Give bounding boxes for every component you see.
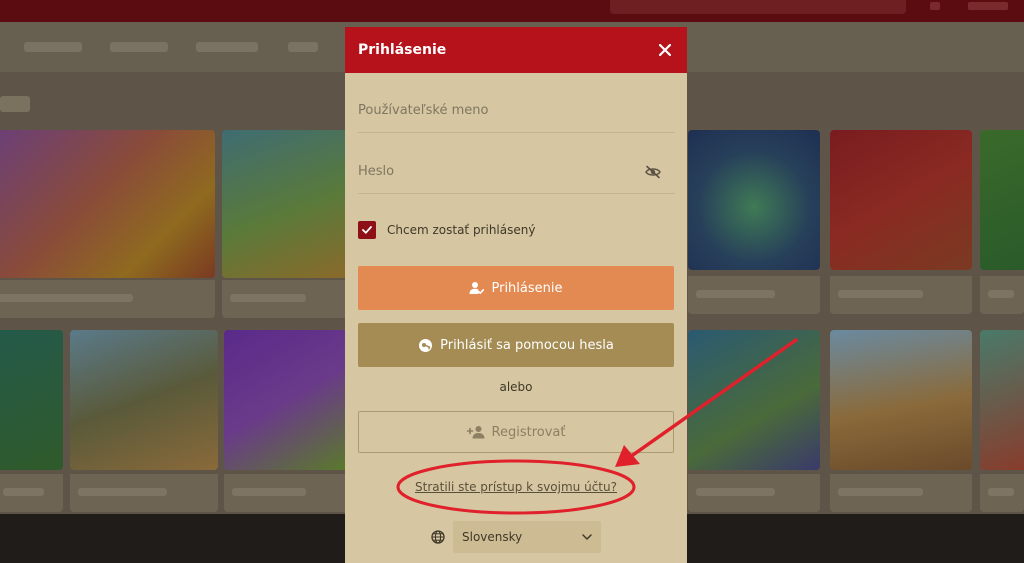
remember-me-row: Chcem zostať prihlásený	[358, 220, 535, 240]
login-button-label: Prihlásenie	[491, 280, 563, 296]
game-tile-caption	[980, 474, 1024, 512]
game-tile-caption	[688, 474, 820, 512]
register-button[interactable]: Registrovať	[358, 411, 674, 453]
password-login-button[interactable]: Prihlásiť sa pomocou hesla	[358, 323, 674, 367]
username-input[interactable]	[358, 89, 675, 132]
game-tile	[224, 330, 348, 470]
game-tile-caption	[830, 474, 972, 512]
password-field-wrapper	[358, 150, 675, 194]
background-nav-item	[288, 42, 318, 52]
or-divider-text: alebo	[499, 380, 533, 394]
background-section-title	[0, 96, 30, 112]
game-tile-caption	[224, 474, 348, 512]
game-tile	[830, 330, 972, 470]
game-tile-caption	[0, 474, 63, 512]
key-icon	[419, 338, 433, 352]
game-tile	[980, 130, 1024, 270]
eye-off-icon[interactable]	[645, 165, 661, 179]
game-tile-caption	[688, 276, 820, 314]
language-selector-row: Slovensky	[431, 521, 601, 553]
language-select[interactable]: Slovensky	[453, 521, 601, 553]
background-header-icon	[930, 2, 940, 10]
background-nav-item	[110, 42, 168, 52]
game-tile	[688, 130, 820, 270]
globe-icon	[431, 530, 445, 544]
login-modal: Prihlásenie Chcem zostať prihlásený	[345, 27, 687, 563]
remember-me-checkbox[interactable]	[358, 221, 376, 239]
game-tile-caption	[980, 276, 1024, 314]
game-tile-caption	[0, 280, 215, 318]
password-login-button-label: Prihlásiť sa pomocou hesla	[440, 337, 614, 353]
lost-access-link[interactable]: Stratili ste prístup k svojmu účtu?	[345, 480, 687, 494]
background-top-bar	[0, 0, 1024, 22]
register-button-label: Registrovať	[491, 424, 566, 440]
game-tile-caption	[222, 280, 348, 318]
background-header-button	[968, 2, 1008, 10]
game-tile	[830, 130, 972, 270]
background-nav-item	[196, 42, 258, 52]
check-icon	[362, 226, 372, 234]
login-button[interactable]: Prihlásenie	[358, 266, 674, 310]
game-tile	[0, 130, 215, 278]
remember-me-label: Chcem zostať prihlásený	[387, 223, 536, 237]
game-tile	[0, 330, 63, 470]
game-tile	[222, 130, 348, 278]
user-check-icon	[469, 282, 485, 294]
background-search-bar	[610, 0, 906, 14]
close-icon	[659, 44, 671, 56]
chevron-down-icon	[582, 534, 592, 540]
username-field-wrapper	[358, 89, 675, 133]
game-tile-caption	[830, 276, 972, 314]
modal-title: Prihlásenie	[358, 42, 447, 58]
password-input[interactable]	[358, 150, 675, 193]
modal-header: Prihlásenie	[345, 27, 687, 73]
game-tile-caption	[70, 474, 218, 512]
background-nav-item	[24, 42, 82, 52]
close-button[interactable]	[653, 38, 677, 62]
game-tile	[980, 330, 1024, 470]
game-tile	[70, 330, 218, 470]
user-plus-icon	[466, 426, 485, 439]
language-select-value: Slovensky	[462, 530, 523, 544]
game-tile	[688, 330, 820, 470]
